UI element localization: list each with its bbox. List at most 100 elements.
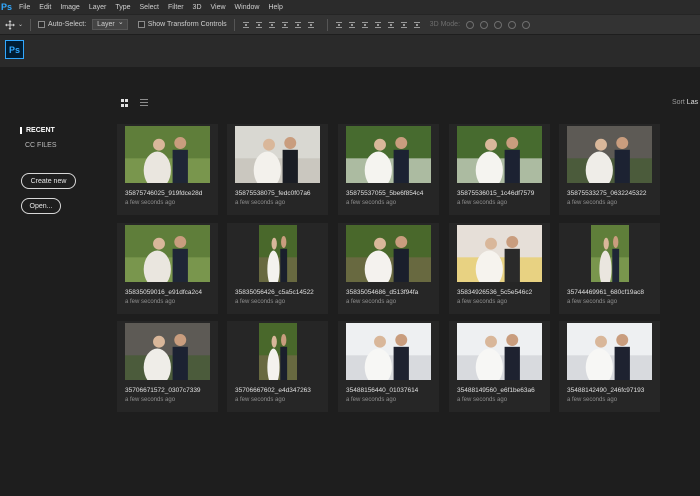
show-transform-label: Show Transform Controls: [147, 21, 227, 28]
create-new-button[interactable]: Create new: [21, 173, 76, 189]
file-card[interactable]: 35834926536_5c5e546c2 a few seconds ago: [449, 223, 550, 314]
file-card[interactable]: 35875533275_0632245322 a few seconds ago: [559, 124, 660, 215]
menu-layer[interactable]: Layer: [89, 4, 107, 11]
distribute-middle-icon[interactable]: [348, 21, 356, 29]
file-card[interactable]: 35744469961_680cf19ac8a few seconds ago: [559, 223, 660, 314]
sort-control[interactable]: Sort Las: [672, 99, 698, 106]
nav-cc-files[interactable]: CC FILES: [25, 142, 57, 149]
align-right-icon[interactable]: [307, 21, 315, 29]
file-thumbnail[interactable]: [457, 323, 542, 380]
file-card[interactable]: 35875537055_5be6f854c4a few seconds ago: [338, 124, 439, 215]
file-thumbnail[interactable]: [259, 225, 297, 282]
file-name: 35744469961_680cf19ac8: [567, 289, 644, 296]
file-name: 35875746025_919fdce28d: [125, 190, 203, 197]
file-card[interactable]: 35835056426_c5a5c14522 a few seconds ago: [227, 223, 328, 314]
align-top-icon[interactable]: [242, 21, 250, 29]
move-tool-icon[interactable]: [5, 19, 15, 30]
options-bar: ⌄ Auto-Select: Layer Show Transform Cont…: [0, 14, 700, 34]
file-name: 35875537055_5be6f854c4: [346, 190, 424, 197]
auto-select-dropdown[interactable]: Layer: [92, 18, 128, 30]
3d-pan-icon[interactable]: [494, 20, 503, 29]
file-card[interactable]: 35875536015_1c46df7579 a few seconds ago: [449, 124, 550, 215]
menu-view[interactable]: View: [211, 4, 226, 11]
menu-bar: Ps File Edit Image Layer Type Select Fil…: [0, 0, 700, 14]
file-thumbnail[interactable]: [125, 225, 210, 282]
align-center-icon[interactable]: [294, 21, 302, 29]
menu-3d[interactable]: 3D: [193, 4, 202, 11]
distribute-bottom-icon[interactable]: [361, 21, 369, 29]
file-card[interactable]: 35706671572_0307c7339 a few seconds ago: [117, 321, 218, 412]
menu-image[interactable]: Image: [60, 4, 79, 11]
file-time: a few seconds ago: [457, 200, 508, 206]
file-time: a few seconds ago: [567, 299, 618, 305]
menu-filter[interactable]: Filter: [168, 4, 184, 11]
divider: [326, 18, 328, 31]
file-time: a few seconds ago: [567, 397, 618, 403]
file-card[interactable]: 35875538075_fedc0f07a6 a few seconds ago: [227, 124, 328, 215]
file-thumbnail[interactable]: [457, 126, 542, 183]
grid-view-icon[interactable]: [121, 99, 129, 107]
file-thumbnail[interactable]: [457, 225, 542, 282]
file-thumbnail[interactable]: [125, 323, 210, 380]
auto-align-icon[interactable]: [413, 21, 421, 29]
show-transform-option[interactable]: Show Transform Controls: [137, 21, 227, 28]
sort-label: Sort: [672, 99, 685, 106]
header-band: Ps: [0, 35, 700, 67]
file-thumbnail[interactable]: [125, 126, 210, 183]
3d-mode-label: 3D Mode:: [429, 21, 461, 28]
file-name: 35488142490_246fc97193: [567, 387, 645, 394]
sort-value[interactable]: Las: [687, 99, 698, 106]
menu-edit[interactable]: Edit: [39, 4, 51, 11]
chevron-down-icon[interactable]: ⌄: [18, 21, 23, 28]
file-time: a few seconds ago: [125, 299, 176, 305]
open-button[interactable]: Open...: [21, 198, 61, 214]
file-thumbnail[interactable]: [346, 323, 431, 380]
distribute-top-icon[interactable]: [335, 21, 343, 29]
file-thumbnail[interactable]: [567, 323, 652, 380]
file-name: 35875538075_fedc0f07a6: [235, 190, 311, 197]
distribute-right-icon[interactable]: [400, 21, 408, 29]
file-card[interactable]: 35488156440_01037614 a few seconds ago: [338, 321, 439, 412]
menu-select[interactable]: Select: [140, 4, 159, 11]
file-card[interactable]: 35488142490_246fc97193a few seconds ago: [559, 321, 660, 412]
file-thumbnail[interactable]: [235, 126, 320, 183]
file-card[interactable]: 35835059016_e91dfca2c4 a few seconds ago: [117, 223, 218, 314]
file-time: a few seconds ago: [235, 299, 286, 305]
divider: [233, 18, 235, 31]
file-card[interactable]: 35706667602_e4d347263 a few seconds ago: [227, 321, 328, 412]
file-name: 35875533275_0632245322: [567, 190, 647, 197]
menu-window[interactable]: Window: [235, 4, 260, 11]
list-view-icon[interactable]: [140, 99, 148, 107]
auto-select-checkbox[interactable]: [38, 21, 46, 28]
file-card[interactable]: 35835054686_d513f94fa a few seconds ago: [338, 223, 439, 314]
3d-rotate-icon[interactable]: [466, 20, 475, 29]
file-thumbnail[interactable]: [346, 225, 431, 282]
align-middle-icon[interactable]: [255, 21, 263, 29]
file-card[interactable]: 35488149560_e6f1be63a6 a few seconds ago: [449, 321, 550, 412]
menu-type[interactable]: Type: [115, 4, 130, 11]
file-time: a few seconds ago: [346, 299, 397, 305]
file-time: a few seconds ago: [346, 200, 397, 206]
file-thumbnail[interactable]: [259, 323, 297, 380]
divider: [30, 18, 32, 31]
file-thumbnail[interactable]: [346, 126, 431, 183]
3d-roll-icon[interactable]: [480, 20, 489, 29]
align-left-icon[interactable]: [281, 21, 289, 29]
file-name: 35706671572_0307c7339: [125, 387, 201, 394]
show-transform-checkbox[interactable]: [137, 21, 145, 28]
menu-help[interactable]: Help: [268, 4, 282, 11]
photoshop-logo-icon: Ps: [1, 2, 13, 12]
auto-select-label: Auto-Select:: [48, 21, 87, 28]
auto-select-option[interactable]: Auto-Select: Layer: [38, 18, 128, 30]
distribute-left-icon[interactable]: [374, 21, 382, 29]
photoshop-logo: Ps: [5, 40, 24, 59]
align-bottom-icon[interactable]: [268, 21, 276, 29]
menu-file[interactable]: File: [19, 4, 30, 11]
file-thumbnail[interactable]: [591, 225, 629, 282]
3d-slide-icon[interactable]: [508, 20, 517, 29]
file-thumbnail[interactable]: [567, 126, 652, 183]
nav-recent[interactable]: RECENT: [20, 127, 55, 134]
3d-scale-icon[interactable]: [522, 20, 531, 29]
file-card[interactable]: 35875746025_919fdce28d a few seconds ago: [117, 124, 218, 215]
distribute-center-icon[interactable]: [387, 21, 395, 29]
